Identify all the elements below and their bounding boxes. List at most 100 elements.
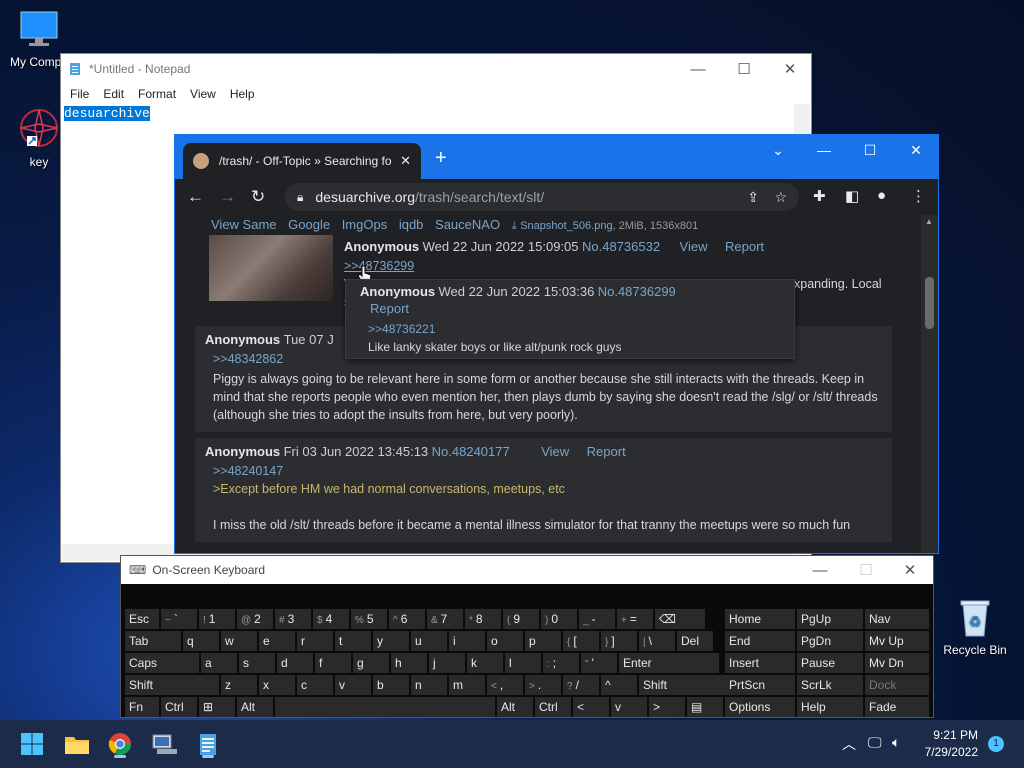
- osk-key[interactable]: m: [449, 675, 485, 695]
- osk-key[interactable]: Alt: [497, 697, 533, 717]
- osk-key[interactable]: Ctrl: [161, 697, 197, 717]
- osk-key[interactable]: s: [239, 653, 275, 673]
- osk-key[interactable]: q: [183, 631, 219, 651]
- maximize-button[interactable]: ☐: [721, 54, 767, 84]
- minimize-button[interactable]: —: [675, 54, 721, 84]
- osk-key[interactable]: w: [221, 631, 257, 651]
- osk-key[interactable]: @2: [237, 609, 273, 629]
- osk-key[interactable]: & 7: [427, 609, 463, 629]
- osk-key[interactable]: Ctrl: [535, 697, 571, 717]
- osk-key[interactable]: % 5: [351, 609, 387, 629]
- osk-key[interactable]: t: [335, 631, 371, 651]
- osk-key[interactable]: Caps: [125, 653, 199, 673]
- maximize-button[interactable]: ☐: [847, 135, 893, 165]
- osk-key[interactable]: d: [277, 653, 313, 673]
- osk-nav-key[interactable]: ScrLk: [797, 675, 863, 695]
- link-iqdb[interactable]: iqdb: [399, 217, 424, 232]
- taskbar-network-app[interactable]: [148, 728, 180, 760]
- network-icon[interactable]: 🖵︎: [868, 734, 882, 751]
- link-google[interactable]: Google: [288, 217, 330, 232]
- menu-help[interactable]: Help: [223, 84, 262, 104]
- osk-key[interactable]: Shift: [125, 675, 219, 695]
- show-hidden-icons-chevron-icon[interactable]: ︿: [842, 734, 856, 754]
- file-name-link[interactable]: Snapshot_506.png: [520, 220, 612, 232]
- osk-key[interactable]: g: [353, 653, 389, 673]
- osk-nav-key[interactable]: Insert: [725, 653, 795, 673]
- minimize-button[interactable]: —: [801, 135, 847, 165]
- volume-icon[interactable]: 🔈︎: [892, 734, 900, 751]
- reply-ref-link[interactable]: >>48736221: [368, 322, 435, 336]
- osk-titlebar[interactable]: ⌨ On-Screen Keyboard — ☐ ✕: [121, 556, 933, 584]
- osk-key[interactable]: ^: [601, 675, 637, 695]
- osk-key[interactable]: " ': [581, 653, 617, 673]
- post-thumbnail-image[interactable]: [209, 235, 333, 301]
- menu-kebab-icon[interactable]: ⋮: [911, 187, 926, 205]
- taskbar-file-explorer[interactable]: [61, 728, 93, 760]
- reload-icon[interactable]: ↻: [251, 187, 265, 207]
- osk-nav-key[interactable]: Home: [725, 609, 795, 629]
- osk-key[interactable]: _ -: [579, 609, 615, 629]
- osk-key[interactable]: b: [373, 675, 409, 695]
- menu-file[interactable]: File: [63, 84, 96, 104]
- osk-key[interactable]: ~ `: [161, 609, 197, 629]
- osk-key[interactable]: ⌫: [655, 609, 705, 629]
- link-imgops[interactable]: ImgOps: [342, 217, 388, 232]
- link-saucenao[interactable]: SauceNAO: [435, 217, 500, 232]
- view-link[interactable]: View: [680, 239, 708, 254]
- osk-key[interactable]: {[: [563, 631, 599, 651]
- osk-key[interactable]: Del: [677, 631, 713, 651]
- scroll-up-arrow-icon[interactable]: ▲: [925, 217, 933, 226]
- osk-key[interactable]: >: [649, 697, 685, 717]
- link-view-same[interactable]: View Same: [211, 217, 277, 232]
- osk-nav-key[interactable]: Mv Up: [865, 631, 929, 651]
- osk-nav-key[interactable]: End: [725, 631, 795, 651]
- osk-key[interactable]: j: [429, 653, 465, 673]
- tab-close-icon[interactable]: ✕: [400, 153, 411, 169]
- notification-badge[interactable]: 1: [988, 736, 1004, 752]
- browser-tab[interactable]: /trash/ - Off-Topic » Searching fo ✕: [183, 143, 421, 179]
- osk-nav-key[interactable]: Help: [797, 697, 863, 717]
- minimize-button[interactable]: —: [797, 556, 843, 584]
- taskbar-notepad[interactable]: [192, 728, 224, 760]
- osk-key[interactable]: }]: [601, 631, 637, 651]
- osk-key[interactable]: Enter: [619, 653, 719, 673]
- osk-key[interactable]: Alt: [237, 697, 273, 717]
- reply-ref-link[interactable]: >>48240147: [213, 464, 283, 478]
- osk-key[interactable]: p: [525, 631, 561, 651]
- osk-key[interactable]: k: [467, 653, 503, 673]
- osk-nav-key[interactable]: PgUp: [797, 609, 863, 629]
- reply-ref-link[interactable]: >>48736299: [344, 259, 414, 273]
- osk-nav-key[interactable]: Dock: [865, 675, 929, 695]
- osk-key[interactable]: (9: [503, 609, 539, 629]
- osk-key[interactable]: a: [201, 653, 237, 673]
- osk-key[interactable]: <,: [487, 675, 523, 695]
- osk-key[interactable]: ! 1: [199, 609, 235, 629]
- osk-key[interactable]: f: [315, 653, 351, 673]
- menu-edit[interactable]: Edit: [96, 84, 131, 104]
- osk-key[interactable]: x: [259, 675, 295, 695]
- close-button[interactable]: ✕: [887, 556, 933, 584]
- reply-ref-link[interactable]: >>48342862: [213, 352, 283, 366]
- osk-key[interactable]: e: [259, 631, 295, 651]
- osk-key[interactable]: Esc: [125, 609, 159, 629]
- clock-date[interactable]: 7/29/2022: [924, 745, 978, 759]
- osk-key[interactable]: z: [221, 675, 257, 695]
- osk-key[interactable]: h: [391, 653, 427, 673]
- post-number[interactable]: No.48240177: [432, 444, 510, 459]
- osk-nav-key[interactable]: Options: [725, 697, 795, 717]
- osk-key[interactable]: #3: [275, 609, 311, 629]
- osk-key[interactable]: | \: [639, 631, 675, 651]
- osk-key[interactable]: u: [411, 631, 447, 651]
- osk-key[interactable]: l: [505, 653, 541, 673]
- osk-nav-key[interactable]: Fade: [865, 697, 929, 717]
- page-scrollbar[interactable]: ▲: [921, 215, 938, 553]
- taskbar-chrome[interactable]: [104, 728, 136, 760]
- menu-view[interactable]: View: [183, 84, 223, 104]
- osk-key[interactable]: ^ 6: [389, 609, 425, 629]
- osk-key[interactable]: >.: [525, 675, 561, 695]
- osk-key[interactable]: o: [487, 631, 523, 651]
- osk-key[interactable]: [275, 697, 495, 717]
- osk-key[interactable]: r: [297, 631, 333, 651]
- view-link[interactable]: View: [541, 444, 569, 459]
- close-button[interactable]: ✕: [893, 135, 938, 165]
